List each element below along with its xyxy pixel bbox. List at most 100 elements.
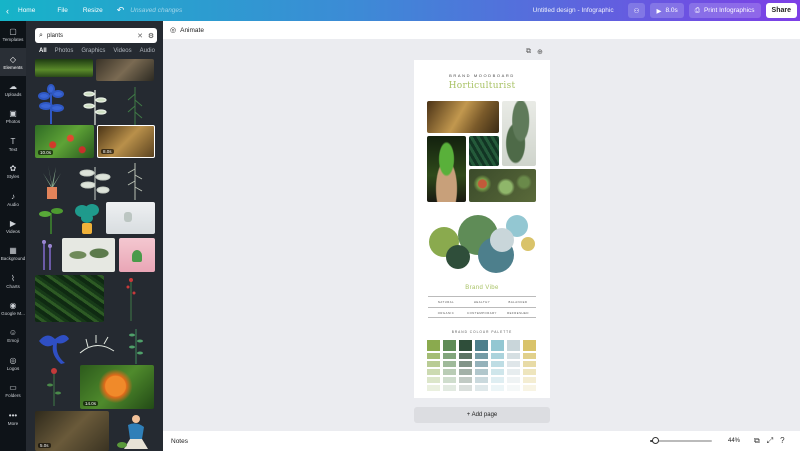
palette-swatch (523, 377, 536, 383)
rail-styles[interactable]: ✿ Styles (0, 158, 26, 185)
rail-audio[interactable]: ♪ Audio (0, 185, 26, 212)
result-graphic-potted-aloe[interactable] (40, 161, 64, 201)
home-button[interactable]: Home (18, 0, 35, 21)
circle-mist (490, 228, 514, 252)
collage-photo-rubber-plant[interactable] (502, 101, 536, 166)
background-icon: ▦ (9, 246, 17, 256)
rail-text[interactable]: T Text (0, 131, 26, 158)
undo-icon[interactable]: ↶ (117, 0, 125, 21)
play-icon: ▶ (656, 7, 662, 15)
print-button[interactable]: ⎙ Print Infographics (688, 3, 761, 18)
play-button[interactable]: ▶ 8.0s (650, 3, 684, 18)
rail-folders[interactable]: ▭ Folders (0, 377, 26, 404)
rail-label: Elements (3, 64, 23, 70)
share-button[interactable]: Share (765, 3, 797, 18)
top-bar: ‹ Home File Resize ↶ Unsaved changes Unt… (0, 0, 800, 21)
tab-audio[interactable]: Audio (140, 48, 155, 54)
blue-flower-illustration (39, 335, 69, 364)
rail-more[interactable]: ••• More (0, 404, 26, 431)
collage-photo-dark-leaf[interactable] (469, 136, 499, 166)
palette-swatch (459, 353, 472, 359)
result-graphic-twig[interactable] (124, 161, 146, 201)
zoom-level[interactable]: 44% (728, 438, 740, 444)
design-page[interactable]: BRAND MOODBOARD Horticulturist Brand Vib… (414, 60, 550, 398)
rail-photos[interactable]: ▣ Photos (0, 103, 26, 130)
resize-button[interactable]: Resize (83, 0, 103, 21)
video-duration: 8.0s (101, 149, 114, 154)
result-graphic-blue-flower[interactable] (35, 327, 73, 365)
notes-button[interactable]: Notes (171, 438, 188, 445)
result-graphic-white-leaves[interactable] (81, 84, 109, 126)
tab-graphics[interactable]: Graphics (81, 48, 105, 54)
result-photo-ground[interactable] (96, 59, 154, 81)
result-graphic-gardener[interactable] (114, 411, 154, 451)
fullscreen-icon[interactable]: ⤢ (767, 436, 773, 446)
result-graphic-green-stem[interactable] (123, 84, 147, 126)
result-photo-dark-leaves[interactable] (35, 275, 104, 322)
result-video-leaf[interactable]: 8.0s (97, 125, 155, 158)
palette-swatch (459, 340, 472, 351)
result-video-tendrils[interactable]: 5.0s (35, 411, 109, 451)
white-leaves-illustration (83, 90, 107, 125)
result-video-flowers[interactable]: 10.0s (35, 125, 94, 158)
collaborate-button[interactable]: ⚇ (627, 3, 646, 18)
page-count-icon[interactable]: ⧉ (754, 436, 760, 446)
back-icon[interactable]: ‹ (6, 0, 16, 21)
monstera-pot-illustration (75, 204, 99, 234)
result-graphic-monstera-pot[interactable] (73, 201, 101, 235)
result-graphic-white-sprig[interactable] (78, 331, 116, 359)
result-graphic-lavender[interactable] (36, 236, 58, 271)
collage-photo-succulents[interactable] (469, 169, 536, 202)
palette-swatch (507, 361, 520, 367)
rail-logos[interactable]: ◎ Logos (0, 350, 26, 377)
rail-label: Templates (2, 37, 24, 43)
video-duration: 10.0s (38, 150, 54, 155)
result-photo-grass[interactable] (35, 59, 93, 77)
result-graphic-red-stalk[interactable] (121, 275, 141, 322)
animate-button[interactable]: Animate (180, 27, 204, 34)
rail-uploads[interactable]: ☁ Uploads (0, 76, 26, 103)
filter-icon[interactable]: ⚙ (145, 32, 157, 40)
collage-photo-seedling-hands[interactable] (427, 136, 466, 202)
rail-label: Uploads (4, 91, 22, 97)
rail-videos[interactable]: ▶ Videos (0, 213, 26, 240)
animate-icon[interactable]: ◎ (170, 26, 176, 34)
search-input[interactable]: plants (47, 33, 135, 39)
blue-plant-illustration (38, 84, 64, 124)
palette-swatch (507, 353, 520, 359)
rail-background[interactable]: ▦ Background (0, 240, 26, 267)
add-page-button[interactable]: + Add page (414, 407, 550, 423)
result-video-lily[interactable]: 14.0s (80, 365, 154, 409)
palette-swatch (459, 361, 472, 367)
side-rail: ▢ Templates ◇ Elements ☁ Uploads ▣ Photos T Text ✿… (0, 21, 26, 451)
result-graphic-red-bloom[interactable] (43, 365, 65, 407)
result-photo-leaves-white[interactable] (62, 238, 115, 272)
circle-mustard (521, 237, 535, 251)
collage-photo-leaf-closeup[interactable] (427, 101, 499, 133)
result-graphic-green-sprig[interactable] (127, 327, 145, 365)
help-icon[interactable]: ? (780, 436, 784, 446)
result-photo-white-room[interactable] (106, 202, 155, 234)
search-box[interactable]: ⌕ plants ✕ ⚙ (35, 28, 157, 43)
result-photo-pink-pot[interactable] (119, 238, 155, 272)
tab-photos[interactable]: Photos (55, 48, 74, 54)
file-menu[interactable]: File (57, 0, 67, 21)
rail-google-maps[interactable]: ◉ Google M... (0, 295, 26, 322)
tab-all[interactable]: All (39, 48, 47, 54)
rail-emoji[interactable]: ☺ Emoji (0, 322, 26, 349)
rail-templates[interactable]: ▢ Templates (0, 21, 26, 48)
zoom-slider[interactable] (650, 437, 712, 444)
duplicate-page-icon[interactable]: ⧉ (526, 48, 531, 56)
palette-swatch (507, 369, 520, 375)
add-page-icon[interactable]: ⊕ (537, 48, 543, 56)
zoom-slider-knob[interactable] (652, 437, 660, 444)
tab-videos[interactable]: Videos (113, 48, 131, 54)
result-graphic-blue-plant[interactable] (36, 84, 66, 126)
elements-icon: ◇ (9, 54, 17, 64)
clear-icon[interactable]: ✕ (135, 32, 145, 40)
rail-charts[interactable]: ⌇ Charts (0, 268, 26, 295)
result-graphic-gray-plant[interactable] (78, 161, 112, 201)
result-graphic-sprout[interactable] (38, 201, 64, 235)
design-title[interactable]: Untitled design - Infographic (533, 0, 614, 21)
rail-elements[interactable]: ◇ Elements (0, 48, 26, 76)
